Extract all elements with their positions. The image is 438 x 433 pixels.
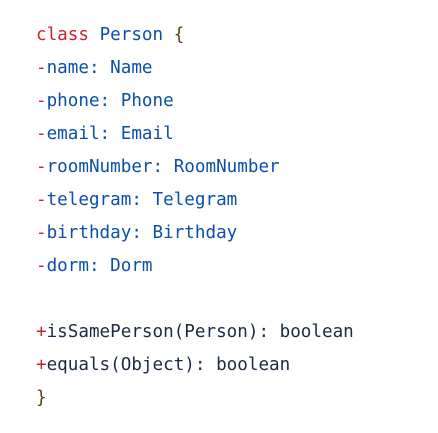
close-brace: } [36, 388, 47, 408]
field-text: phone: Phone [46, 91, 174, 111]
class-declaration: class Person { [36, 19, 354, 52]
method-prefix: + [36, 322, 47, 342]
method-text: isSamePerson(Person): boolean [46, 322, 354, 342]
field-prefix: - [36, 223, 47, 243]
field-line: -telegram: Telegram [36, 184, 354, 217]
field-prefix: - [36, 256, 47, 276]
field-text: telegram: Telegram [46, 190, 238, 210]
field-line: -dorm: Dorm [36, 250, 354, 283]
field-prefix: - [36, 91, 47, 111]
field-prefix: - [36, 157, 47, 177]
method-text: equals(Object): boolean [46, 355, 291, 375]
field-text: email: Email [46, 124, 174, 144]
method-prefix: + [36, 355, 47, 375]
class-keyword: class [36, 25, 89, 45]
field-line: -birthday: Birthday [36, 217, 354, 250]
field-text: dorm: Dorm [46, 256, 153, 276]
field-line: -email: Email [36, 118, 354, 151]
class-close: } [36, 382, 354, 415]
method-line: +equals(Object): boolean [36, 349, 354, 382]
field-text: roomNumber: RoomNumber [46, 157, 280, 177]
method-line: +isSamePerson(Person): boolean [36, 316, 354, 349]
field-prefix: - [36, 190, 47, 210]
field-line: -roomNumber: RoomNumber [36, 151, 354, 184]
field-line: -name: Name [36, 52, 354, 85]
code-block: class Person {-name: Name -phone: Phone -e… [36, 19, 354, 415]
field-text: birthday: Birthday [46, 223, 238, 243]
field-prefix: - [36, 124, 47, 144]
field-text: name: Name [46, 58, 153, 78]
field-line: -phone: Phone [36, 85, 354, 118]
field-prefix: - [36, 58, 47, 78]
class-name: Person [99, 25, 164, 45]
open-brace: { [173, 25, 185, 45]
